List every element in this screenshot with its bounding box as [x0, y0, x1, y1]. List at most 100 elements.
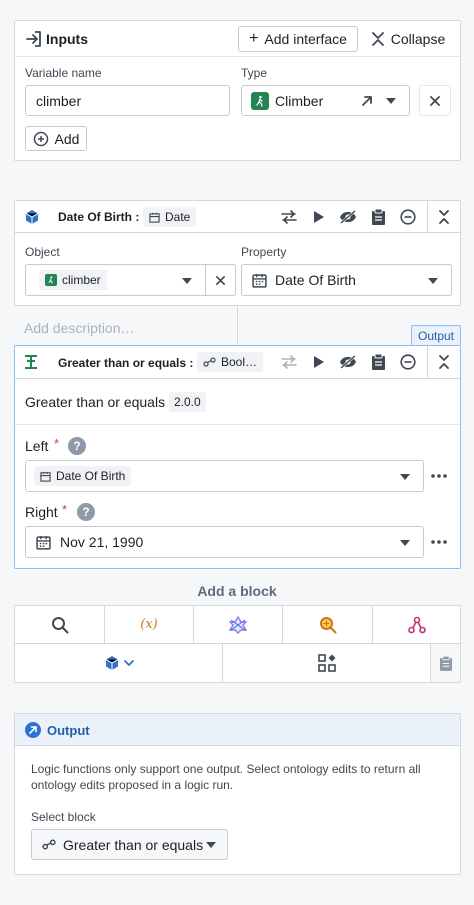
- collapse-block-button[interactable]: [429, 201, 459, 233]
- greater-than-equals-block: Greater than or equals : Bool… Greater t…: [14, 345, 461, 569]
- add-interface-label: Add interface: [264, 31, 347, 47]
- variable-name-label: Variable name: [25, 66, 102, 80]
- inputs-header: Inputs + Add interface Collapse: [15, 21, 460, 57]
- property-select[interactable]: Date Of Birth: [241, 264, 452, 296]
- minus-circle-icon: [400, 209, 416, 225]
- collapse-icon: [439, 210, 449, 224]
- select-block-label: Select block: [31, 810, 96, 824]
- function-hex-icon: [229, 615, 247, 634]
- clipboard-button[interactable]: [363, 346, 393, 378]
- function-name: Greater than or equals: [25, 394, 166, 410]
- variable-name-value: climber: [36, 92, 82, 109]
- calendar-icon: [36, 535, 51, 550]
- gte-block-header: Greater than or equals : Bool…: [15, 346, 460, 379]
- gte-block-title: Greater than or equals :: [58, 356, 194, 370]
- eye-off-icon: [340, 210, 356, 224]
- widgets-block-button[interactable]: [222, 643, 431, 683]
- widgets-icon: [317, 654, 336, 672]
- left-required-mark: *: [54, 436, 60, 451]
- right-operand-input[interactable]: Nov 21, 1990: [25, 526, 424, 558]
- close-icon: [430, 95, 440, 106]
- object-block-button[interactable]: [14, 643, 223, 683]
- variable-block-button[interactable]: (x): [104, 605, 194, 644]
- variable-name-input[interactable]: climber: [25, 85, 230, 116]
- graph-block-button[interactable]: [372, 605, 461, 644]
- object-cube-icon: [24, 209, 40, 225]
- inputs-title: Inputs: [46, 31, 88, 47]
- run-button[interactable]: [304, 346, 334, 378]
- clipboard-icon: [371, 354, 385, 370]
- play-icon: [314, 356, 324, 368]
- left-operand-select[interactable]: Date Of Birth: [25, 460, 424, 492]
- output-title: Output: [47, 723, 90, 738]
- remove-button[interactable]: [393, 346, 423, 378]
- add-circle-icon: [33, 131, 48, 146]
- left-value-tag: Date Of Birth: [34, 466, 132, 486]
- boolean-icon: [42, 839, 56, 850]
- calendar-icon: [252, 273, 267, 288]
- right-value: Nov 21, 1990: [60, 534, 144, 550]
- add-input-button[interactable]: Add: [25, 126, 87, 151]
- select-block-dropdown[interactable]: Greater than or equals: [31, 829, 228, 860]
- add-interface-button[interactable]: + Add interface: [238, 26, 358, 52]
- collapse-block-button[interactable]: [429, 346, 459, 378]
- inputs-panel: Inputs + Add interface Collapse Variable…: [14, 20, 461, 161]
- dob-block-header: Date Of Birth : Date: [15, 201, 460, 233]
- chevron-down-icon: [400, 474, 410, 480]
- calendar-icon: [149, 212, 160, 223]
- plus-icon: +: [249, 30, 259, 47]
- gte-type-tag: Bool…: [197, 352, 264, 372]
- eye-off-icon: [340, 355, 356, 369]
- output-header: Output: [15, 714, 460, 746]
- connector-line: [237, 306, 238, 346]
- property-label: Property: [241, 245, 287, 259]
- clipboard-button[interactable]: [363, 201, 393, 233]
- hide-button[interactable]: [333, 346, 363, 378]
- chevron-down-icon: [400, 540, 410, 546]
- object-select[interactable]: climber: [25, 264, 206, 296]
- link-arrow-icon[interactable]: [360, 94, 374, 108]
- collapse-label: Collapse: [390, 31, 446, 47]
- dob-type-tag: Date: [143, 207, 197, 227]
- version-tag: 2.0.0: [169, 392, 206, 412]
- function-block-button[interactable]: [193, 605, 283, 644]
- chevron-down-icon: [428, 278, 438, 284]
- remove-button[interactable]: [393, 201, 423, 233]
- more-horizontal-icon: [431, 540, 447, 544]
- description-input[interactable]: Add description…: [24, 320, 135, 336]
- collapse-button[interactable]: Collapse: [362, 26, 454, 52]
- type-select[interactable]: Climber: [241, 85, 410, 116]
- chevron-down-icon[interactable]: [386, 98, 396, 104]
- help-icon[interactable]: ?: [77, 503, 95, 521]
- swap-button[interactable]: [274, 346, 304, 378]
- collapse-icon: [439, 355, 449, 369]
- clipboard-icon: [439, 655, 452, 671]
- paste-block-button[interactable]: [430, 643, 461, 683]
- left-value: Date Of Birth: [56, 469, 126, 483]
- clipboard-icon: [371, 209, 385, 225]
- chevron-down-icon: [182, 278, 192, 284]
- search-block-button[interactable]: [14, 605, 105, 644]
- date-of-birth-block: Date Of Birth : Date Object climber Prop…: [14, 200, 461, 306]
- header-divider: [427, 201, 428, 233]
- search-objects-block-button[interactable]: [282, 605, 373, 644]
- chevron-down-icon: [123, 659, 134, 666]
- section-divider: [15, 424, 460, 425]
- function-icon: [24, 355, 38, 369]
- left-more-button[interactable]: [429, 468, 449, 484]
- hide-button[interactable]: [333, 201, 363, 233]
- run-button[interactable]: [304, 201, 334, 233]
- help-icon[interactable]: ?: [68, 437, 86, 455]
- right-more-button[interactable]: [429, 534, 449, 550]
- swap-button[interactable]: [274, 201, 304, 233]
- left-label: Left: [25, 438, 49, 454]
- search-icon: [51, 616, 68, 633]
- dob-block-title: Date Of Birth :: [58, 210, 140, 224]
- object-clear-button[interactable]: [205, 264, 236, 296]
- object-value: climber: [62, 273, 101, 287]
- type-clear-button[interactable]: [419, 85, 451, 116]
- gte-type-tag-label: Bool…: [221, 355, 258, 369]
- right-label: Right: [25, 504, 58, 520]
- output-arrow-icon: [25, 722, 41, 738]
- play-icon: [314, 211, 324, 223]
